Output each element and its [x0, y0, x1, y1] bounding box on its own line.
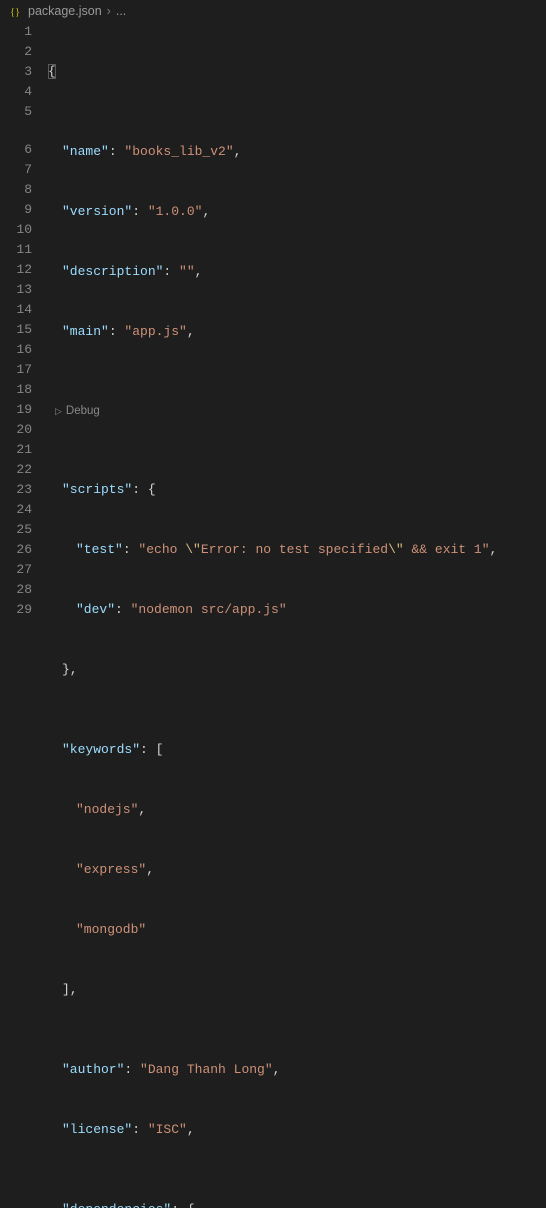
line-number: 4 [0, 82, 32, 102]
json-key-scripts: "scripts" [62, 482, 132, 497]
line-number: 27 [0, 560, 32, 580]
line-number: 14 [0, 300, 32, 320]
json-key-keywords: "keywords" [62, 742, 140, 757]
line-number: 28 [0, 580, 32, 600]
line-number: 5 [0, 102, 32, 122]
play-icon: ▷ [55, 401, 62, 421]
line-number: 19 [0, 400, 32, 420]
json-value: "mongodb" [76, 922, 146, 937]
json-key-main: "main" [62, 324, 109, 339]
codelens-debug[interactable]: ▷Debug [48, 402, 546, 420]
json-key-test: "test" [76, 542, 123, 557]
line-number: 12 [0, 260, 32, 280]
line-number: 17 [0, 360, 32, 380]
line-number: 20 [0, 420, 32, 440]
json-key-dev: "dev" [76, 602, 115, 617]
line-number: 21 [0, 440, 32, 460]
line-number: 18 [0, 380, 32, 400]
breadcrumb-file[interactable]: package.json [28, 4, 102, 18]
json-value: "Dang Thanh Long" [140, 1062, 273, 1077]
code-area[interactable]: { "name": "books_lib_v2", "version": "1.… [48, 22, 546, 1208]
json-key-name: "name" [62, 144, 109, 159]
line-number: 2 [0, 42, 32, 62]
line-number: 9 [0, 200, 32, 220]
json-value: "ISC" [148, 1122, 187, 1137]
line-number: 16 [0, 340, 32, 360]
line-number: 26 [0, 540, 32, 560]
line-number: 10 [0, 220, 32, 240]
line-number: 24 [0, 500, 32, 520]
json-value: "books_lib_v2" [124, 144, 233, 159]
json-value: "" [179, 264, 195, 279]
json-value: "nodejs" [76, 802, 138, 817]
breadcrumb[interactable]: {} package.json › ... [0, 0, 546, 22]
code-editor[interactable]: 1234567891011121314151617181920212223242… [0, 22, 546, 1208]
json-key-license: "license" [62, 1122, 132, 1137]
codelens-label: Debug [66, 401, 100, 421]
svg-text:{}: {} [10, 6, 20, 17]
line-number-gutter: 1234567891011121314151617181920212223242… [0, 22, 48, 1208]
line-number: 1 [0, 22, 32, 42]
breadcrumb-sep: › [107, 4, 111, 18]
line-number: 15 [0, 320, 32, 340]
line-number: 11 [0, 240, 32, 260]
json-key-author: "author" [62, 1062, 124, 1077]
json-value: "1.0.0" [148, 204, 203, 219]
line-number: 6 [0, 140, 32, 160]
line-number: 25 [0, 520, 32, 540]
json-key-description: "description" [62, 264, 163, 279]
breadcrumb-tail[interactable]: ... [116, 4, 126, 18]
line-number: 23 [0, 480, 32, 500]
json-braces-icon: {} [10, 5, 23, 18]
json-value: "express" [76, 862, 146, 877]
line-number: 22 [0, 460, 32, 480]
json-value: "app.js" [124, 324, 186, 339]
line-number: 3 [0, 62, 32, 82]
line-number: 7 [0, 160, 32, 180]
json-value: "nodemon src/app.js" [131, 602, 287, 617]
brace-open: { [48, 64, 56, 79]
line-number: 13 [0, 280, 32, 300]
json-key-dependencies: "dependencies" [62, 1202, 171, 1208]
line-number: 8 [0, 180, 32, 200]
line-number: 29 [0, 600, 32, 620]
json-key-version: "version" [62, 204, 132, 219]
